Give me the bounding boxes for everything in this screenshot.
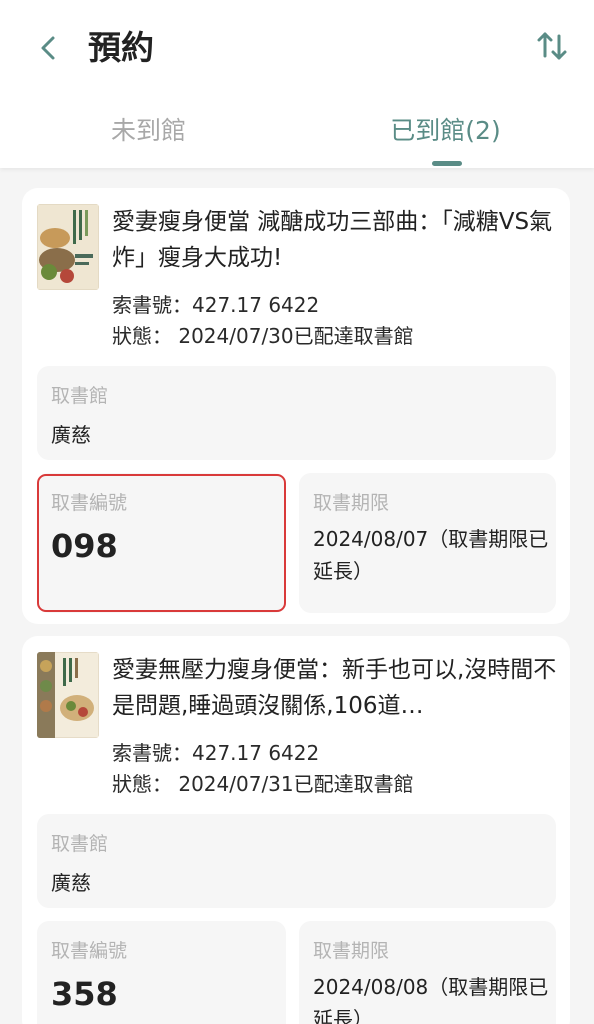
book-title: 愛妻無壓力瘦身便當：新手也可以,沒時間不是問題,睡過頭沒關係,106道… <box>112 657 557 719</box>
pickup-number-value: 358 <box>51 975 118 1013</box>
reservation-status: 狀態： 2024/07/30已配達取書館 <box>112 324 414 348</box>
tab-not-arrived[interactable]: 未到館 <box>0 108 297 154</box>
pickup-branch-label: 取書館 <box>51 385 109 407</box>
pickup-deadline-box: 取書期限 2024/08/07（取書期限已延長） <box>299 473 556 613</box>
pickup-deadline-label: 取書期限 <box>313 492 390 514</box>
sort-arrows-icon <box>537 32 567 60</box>
pickup-deadline-box: 取書期限 2024/08/08（取書期限已延長） <box>299 921 556 1024</box>
pickup-branch-box: 取書館 廣慈 <box>37 366 556 460</box>
active-tab-indicator <box>432 161 462 166</box>
pickup-number-box: 取書編號 358 <box>37 921 286 1024</box>
reservation-card[interactable]: 愛妻無壓力瘦身便當：新手也可以,沒時間不是問題,睡過頭沒關係,106道… 索書號… <box>22 636 570 1024</box>
book-title: 愛妻瘦身便當 減醣成功三部曲：「減糖VS氣炸」瘦身大成功! <box>112 209 553 271</box>
pickup-branch-value: 廣慈 <box>51 423 91 447</box>
chevron-left-icon <box>41 36 55 60</box>
sort-button[interactable] <box>532 26 572 66</box>
reservation-status: 狀態： 2024/07/31已配達取書館 <box>112 772 414 796</box>
tab-arrived[interactable]: 已到館(2) <box>297 108 594 154</box>
pickup-branch-box: 取書館 廣慈 <box>37 814 556 908</box>
pickup-deadline-value: 2024/08/07（取書期限已延長） <box>313 527 549 583</box>
pickup-deadline-value: 2024/08/08（取書期限已延長） <box>313 975 549 1024</box>
pickup-branch-label: 取書館 <box>51 833 109 855</box>
call-number: 索書號：427.17 6422 <box>112 741 320 765</box>
app-header: 預約 未到館 已到館(2) <box>0 0 594 168</box>
pickup-deadline-label: 取書期限 <box>313 940 390 962</box>
book-cover-image <box>37 204 99 290</box>
pickup-branch-value: 廣慈 <box>51 871 91 895</box>
call-number: 索書號：427.17 6422 <box>112 293 320 317</box>
back-button[interactable] <box>30 28 66 68</box>
highlight-box <box>37 474 286 612</box>
page-title: 預約 <box>88 28 154 67</box>
book-cover-image <box>37 652 99 738</box>
pickup-number-label: 取書編號 <box>51 940 128 962</box>
